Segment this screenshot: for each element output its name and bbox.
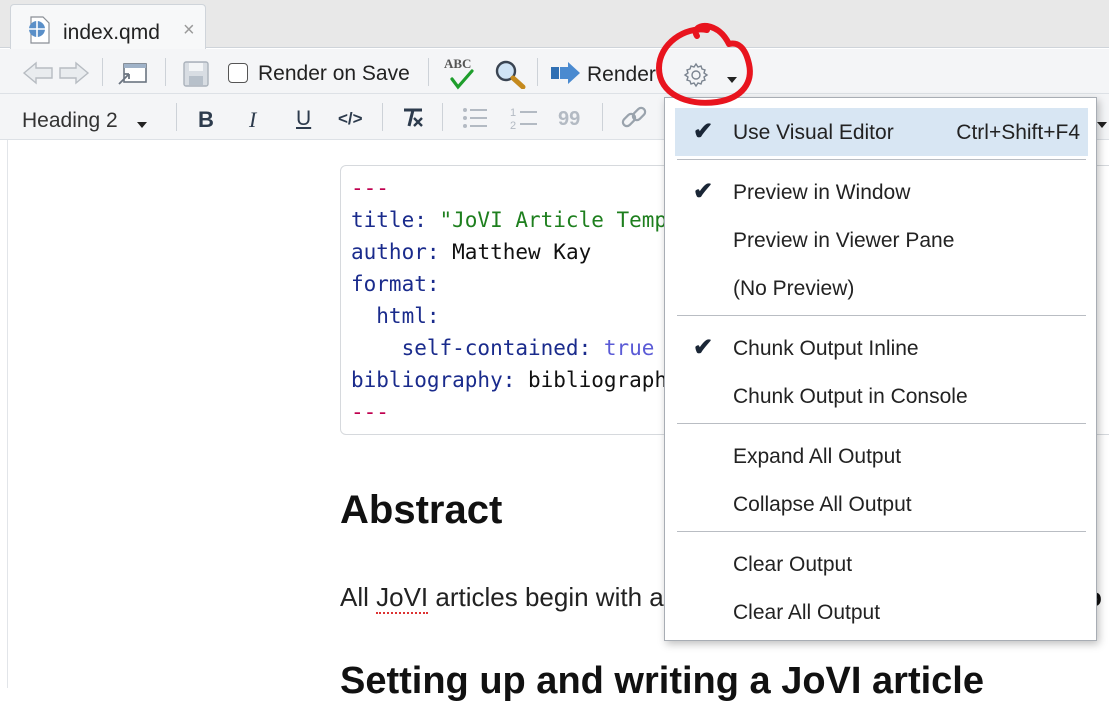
menu-separator <box>677 315 1086 316</box>
yaml-line-html: html: <box>351 304 440 328</box>
menu-item-label: Chunk Output Inline <box>733 337 919 360</box>
show-in-new-window-icon[interactable] <box>116 61 150 92</box>
yaml-line-self-contained: self-contained: true <box>351 336 655 360</box>
toolbar-separator <box>176 103 177 131</box>
yaml-line-format: format: <box>351 272 440 296</box>
menu-item-label: Use Visual Editor <box>733 121 894 144</box>
yaml-key: author: <box>351 240 440 264</box>
menu-item-label: Collapse All Output <box>733 493 912 516</box>
yaml-key: self-contained: <box>351 336 592 360</box>
search-icon[interactable] <box>494 59 526 94</box>
menu-item-label: (No Preview) <box>733 277 855 300</box>
yaml-value: Matthew Kay <box>439 240 592 264</box>
back-arrow-icon[interactable] <box>22 61 56 90</box>
tab-strip: index.qmd × <box>0 0 1109 49</box>
menu-item-shortcut: Ctrl+Shift+F4 <box>956 121 1080 144</box>
tab-label: index.qmd <box>63 21 160 44</box>
menu-item-label: Clear Output <box>733 553 853 576</box>
spellcheck-icon[interactable]: ABC <box>442 53 482 91</box>
menu-separator <box>677 159 1086 160</box>
yaml-value: true <box>591 336 655 360</box>
menu-item-chunk-output-in-console[interactable]: Chunk Output in Console <box>675 372 1088 420</box>
toolbar-separator <box>537 58 538 86</box>
editor-options-menu: ✔ Use Visual Editor Ctrl+Shift+F4 ✔ Prev… <box>664 97 1097 641</box>
check-icon: ✔ <box>693 178 714 205</box>
render-arrow-icon[interactable] <box>550 61 582 90</box>
underline-button[interactable]: U <box>296 107 311 131</box>
close-icon[interactable]: × <box>183 19 195 42</box>
toolbar-separator <box>165 58 166 86</box>
menu-item-preview-in-window[interactable]: ✔ Preview in Window <box>675 168 1088 216</box>
yaml-delimiter: --- <box>351 176 389 200</box>
numbered-list-icon[interactable]: 1 2 <box>510 105 538 136</box>
render-on-save-label: Render on Save <box>258 62 410 85</box>
menu-separator <box>677 423 1086 424</box>
menu-item-label: Preview in Window <box>733 181 911 204</box>
bullet-list-icon[interactable] <box>462 107 488 134</box>
menu-item-collapse-all-output[interactable]: Collapse All Output <box>675 480 1088 528</box>
check-icon: ✔ <box>693 118 714 145</box>
toolbar-separator <box>442 103 443 131</box>
clear-formatting-icon[interactable] <box>400 106 426 135</box>
bold-button[interactable]: B <box>198 107 214 133</box>
toolbar-separator <box>382 103 383 131</box>
red-circle-annotation <box>656 22 753 106</box>
toolbar-separator <box>102 58 103 86</box>
heading-abstract: Abstract <box>340 488 503 532</box>
code-button[interactable]: </> <box>338 109 363 129</box>
save-icon[interactable] <box>182 60 210 93</box>
chevron-down-icon[interactable] <box>136 116 148 134</box>
tab-index-qmd[interactable]: index.qmd × <box>10 4 206 49</box>
chevron-down-icon[interactable] <box>1096 116 1108 134</box>
menu-item-label: Preview in Viewer Pane <box>733 229 955 252</box>
italic-button[interactable]: I <box>249 107 256 133</box>
yaml-delimiter: --- <box>351 400 389 424</box>
menu-item-label: Clear All Output <box>733 601 881 624</box>
toolbar-separator <box>602 103 603 131</box>
menu-separator <box>677 531 1086 532</box>
misspelled-word[interactable]: JoVI <box>376 582 429 614</box>
heading-setting-up: Setting up and writing a JoVI article <box>340 660 984 702</box>
menu-item-clear-all-output[interactable]: Clear All Output <box>675 588 1088 636</box>
render-on-save-checkbox[interactable] <box>228 63 248 83</box>
svg-text:2: 2 <box>510 120 516 131</box>
menu-item-label: Chunk Output in Console <box>733 385 968 408</box>
yaml-line-author: author: Matthew Kay <box>351 240 591 264</box>
menu-item-expand-all-output[interactable]: Expand All Output <box>675 432 1088 480</box>
menu-item-clear-output[interactable]: Clear Output <box>675 540 1088 588</box>
link-icon[interactable] <box>620 105 648 136</box>
para-text: All <box>340 582 377 612</box>
editor-toolbar: Render on Save ABC Render <box>0 49 1109 94</box>
blockquote-button[interactable]: 99 <box>558 108 580 131</box>
heading-style-select[interactable]: Heading 2 <box>22 109 118 133</box>
editor-border <box>7 140 8 688</box>
svg-text:1: 1 <box>510 107 516 119</box>
menu-item-label: Expand All Output <box>733 445 902 468</box>
forward-arrow-icon[interactable] <box>56 61 90 90</box>
menu-item-preview-in-viewer-pane[interactable]: Preview in Viewer Pane <box>675 216 1088 264</box>
menu-item-chunk-output-inline[interactable]: ✔ Chunk Output Inline <box>675 324 1088 372</box>
toolbar-separator <box>428 58 429 86</box>
menu-item-no-preview[interactable]: (No Preview) <box>675 264 1088 312</box>
yaml-key: title: <box>351 208 427 232</box>
yaml-key: bibliography: <box>351 368 516 392</box>
check-icon: ✔ <box>693 334 714 361</box>
quarto-file-icon <box>25 16 55 49</box>
